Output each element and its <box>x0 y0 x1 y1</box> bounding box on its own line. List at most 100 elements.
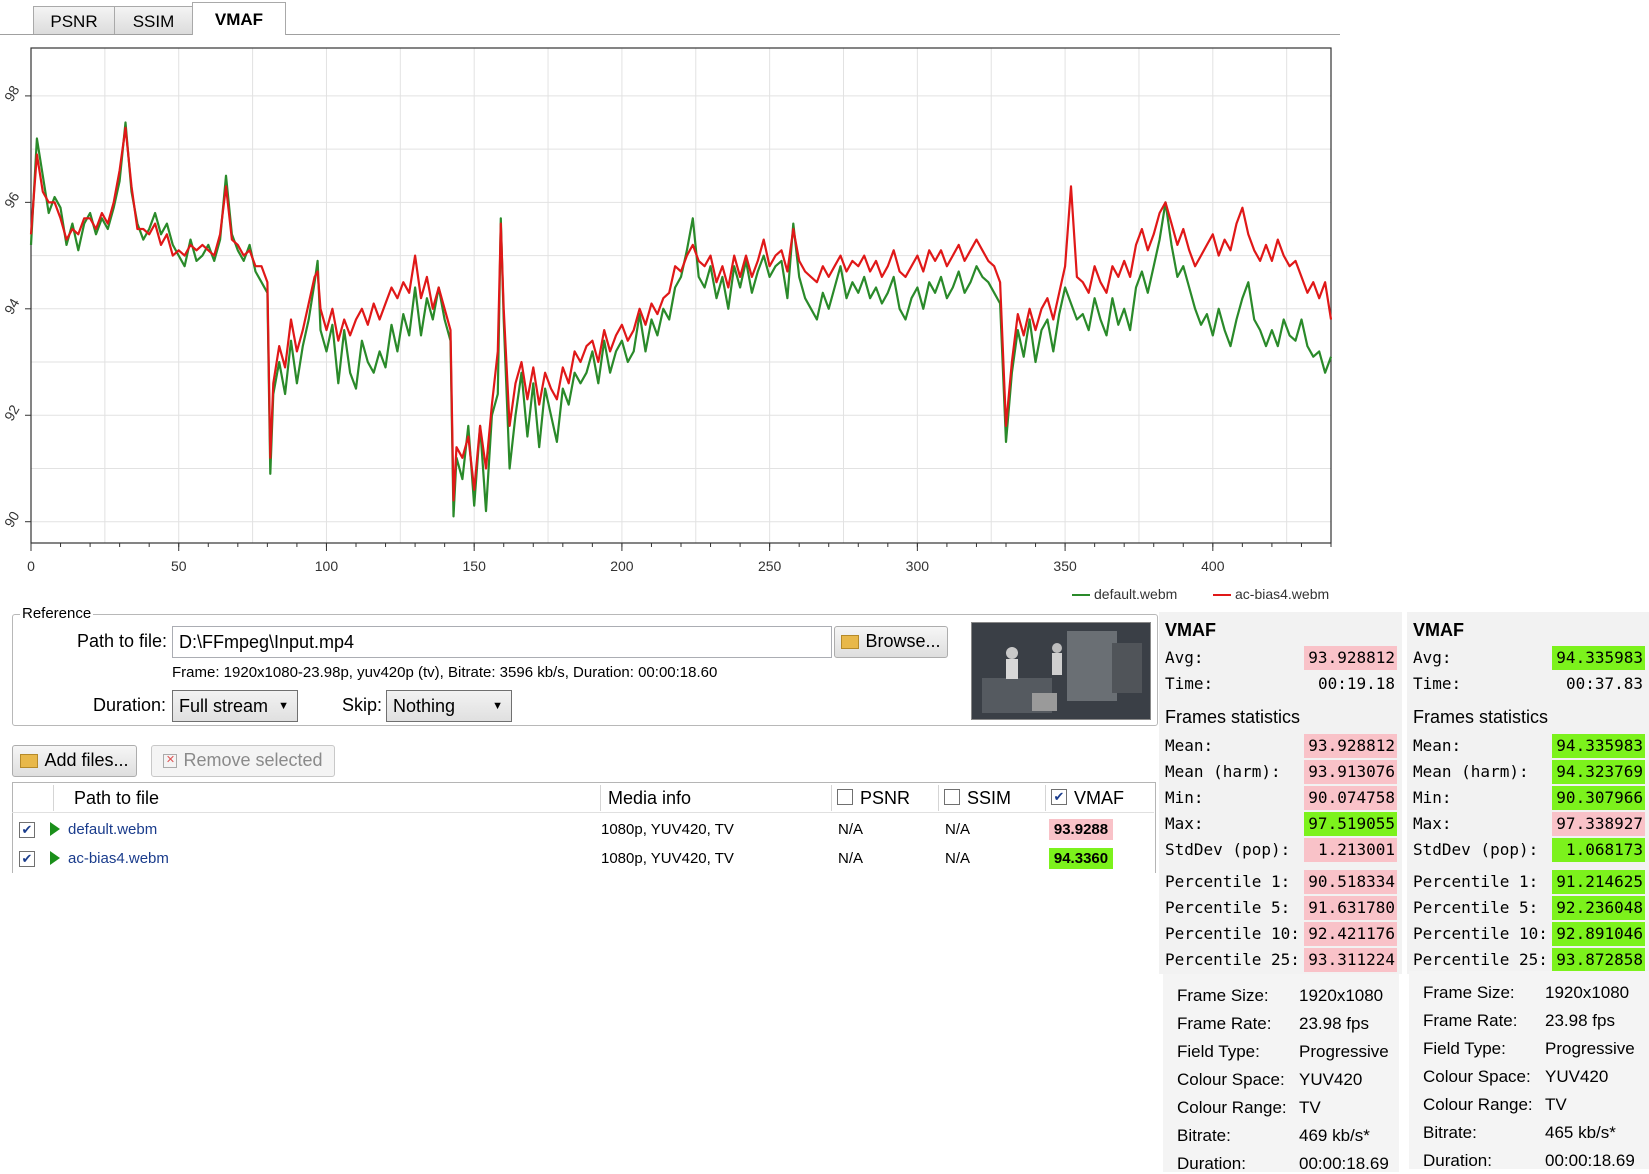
stat-label: StdDev (pop): <box>1165 840 1291 859</box>
reference-frame-info: Frame: 1920x1080-23.98p, yuv420p (tv), B… <box>172 664 718 681</box>
x-tick-label: 150 <box>463 558 487 574</box>
time-label: Time: <box>1165 674 1214 693</box>
play-icon[interactable] <box>50 822 60 836</box>
info-label: Duration: <box>1177 1154 1246 1173</box>
info-value: TV <box>1299 1098 1321 1117</box>
y-tick-label: 90 <box>1 508 23 530</box>
stat-label: Mean: <box>1165 736 1214 755</box>
ssim-column-checkbox[interactable] <box>944 789 960 805</box>
x-tick-label: 300 <box>906 558 930 574</box>
stat-label: StdDev (pop): <box>1413 840 1539 859</box>
stats-title: VMAF <box>1165 620 1216 640</box>
column-separator <box>600 785 601 811</box>
percentile-value: 92.421176 <box>1304 922 1397 946</box>
row-vmaf-acbias: 94.3360 <box>1049 848 1113 869</box>
legend-acbias: ac-bias4.webm <box>1213 586 1329 602</box>
column-header-path[interactable]: Path to file <box>74 788 159 809</box>
info-value: Progressive <box>1299 1042 1389 1061</box>
row-media-acbias: 1080p, YUV420, TV <box>601 850 734 867</box>
column-header-ssim[interactable]: SSIM <box>967 788 1011 809</box>
column-separator <box>831 785 832 811</box>
info-label: Colour Space: <box>1177 1070 1285 1089</box>
percentile-label: Percentile 25: <box>1413 950 1548 969</box>
x-tick-label: 400 <box>1201 558 1225 574</box>
stat-label: Mean (harm): <box>1165 762 1281 781</box>
time-value: 00:37.83 <box>1565 674 1643 693</box>
avg-value: 93.928812 <box>1304 646 1397 670</box>
stat-value: 90.074758 <box>1304 786 1397 810</box>
psnr-column-checkbox[interactable] <box>837 789 853 805</box>
stat-value: 97.519055 <box>1304 812 1397 836</box>
info-value: 1920x1080 <box>1545 983 1630 1002</box>
info-label: Colour Space: <box>1423 1067 1531 1086</box>
row-filename-acbias[interactable]: ac-bias4.webm <box>68 850 169 867</box>
legend-label-default: default.webm <box>1094 586 1178 602</box>
add-files-button[interactable]: Add files... <box>12 745 137 777</box>
tab-vmaf[interactable]: VMAF <box>192 2 286 35</box>
stat-label: Min: <box>1413 788 1452 807</box>
column-separator <box>53 785 54 811</box>
column-header-media[interactable]: Media info <box>608 788 691 809</box>
row-checkbox-default[interactable]: ✔ <box>19 822 35 838</box>
info-value: Progressive <box>1545 1039 1635 1058</box>
reference-path-input[interactable]: D:\FFmpeg\Input.mp4 <box>172 626 832 658</box>
percentile-value: 92.236048 <box>1552 896 1645 920</box>
time-label: Time: <box>1413 674 1462 693</box>
percentile-value: 93.311224 <box>1304 948 1397 972</box>
play-icon[interactable] <box>50 851 60 865</box>
tab-psnr[interactable]: PSNR <box>33 6 115 34</box>
percentile-label: Percentile 10: <box>1413 924 1548 943</box>
percentile-label: Percentile 5: <box>1413 898 1539 917</box>
remove-selected-label: Remove selected <box>183 750 323 770</box>
remove-selected-button[interactable]: ✕ Remove selected <box>151 745 335 777</box>
avg-label: Avg: <box>1165 648 1204 667</box>
info-value: YUV420 <box>1299 1070 1363 1089</box>
x-tick-label: 100 <box>315 558 339 574</box>
tab-ssim[interactable]: SSIM <box>114 6 193 34</box>
info-label: Duration: <box>1423 1151 1492 1170</box>
skip-label: Skip: <box>342 695 383 715</box>
info-value: 469 kb/s* <box>1299 1126 1370 1145</box>
percentile-label: Percentile 1: <box>1413 872 1539 891</box>
legend-default: default.webm <box>1072 586 1177 602</box>
skip-select[interactable]: Nothing ▼ <box>386 690 512 722</box>
stats-title: VMAF <box>1413 620 1464 640</box>
x-tick-label: 200 <box>610 558 634 574</box>
info-label: Field Type: <box>1423 1039 1506 1058</box>
media-info-panel-acbias: Frame Size: 1920x1080 Frame Rate: 23.98 … <box>1409 971 1649 1170</box>
stat-label: Max: <box>1165 814 1204 833</box>
row-media-default: 1080p, YUV420, TV <box>601 821 734 838</box>
info-label: Frame Rate: <box>1177 1014 1272 1033</box>
reference-video-thumbnail <box>971 622 1151 720</box>
folder-icon <box>20 754 39 769</box>
row-checkbox-acbias[interactable]: ✔ <box>19 851 35 867</box>
media-info-panel-default: Frame Size: 1920x1080 Frame Rate: 23.98 … <box>1163 974 1399 1173</box>
percentile-label: Percentile 10: <box>1165 924 1300 943</box>
legend-swatch-default <box>1072 594 1090 597</box>
row-filename-default[interactable]: default.webm <box>68 821 157 838</box>
stat-label: Mean (harm): <box>1413 762 1529 781</box>
info-label: Bitrate: <box>1423 1123 1477 1142</box>
stats-panel-default: VMAF Avg: 93.928812 Time: 00:19.18 Frame… <box>1159 612 1402 974</box>
duration-select[interactable]: Full stream ▼ <box>172 690 298 722</box>
stat-value: 90.307966 <box>1552 786 1645 810</box>
info-label: Bitrate: <box>1177 1126 1231 1145</box>
y-tick-label: 98 <box>1 82 23 104</box>
legend-label-acbias: ac-bias4.webm <box>1235 586 1330 602</box>
reference-group-title: Reference <box>20 605 94 622</box>
row-psnr-acbias: N/A <box>838 850 864 867</box>
avg-value: 94.335983 <box>1552 646 1645 670</box>
frames-statistics-title: Frames statistics <box>1165 707 1301 727</box>
stat-value: 94.335983 <box>1552 734 1645 758</box>
vmaf-column-checkbox[interactable]: ✔ <box>1051 789 1067 805</box>
percentile-label: Percentile 5: <box>1165 898 1291 917</box>
column-header-psnr[interactable]: PSNR <box>860 788 910 809</box>
remove-icon: ✕ <box>163 754 178 769</box>
column-header-vmaf[interactable]: VMAF <box>1074 788 1124 809</box>
info-value: TV <box>1545 1095 1567 1114</box>
frames-statistics-title: Frames statistics <box>1413 707 1549 727</box>
stat-value: 1.213001 <box>1304 838 1397 862</box>
info-value: 23.98 fps <box>1299 1014 1369 1033</box>
browse-button[interactable]: Browse... <box>834 626 948 658</box>
info-label: Frame Rate: <box>1423 1011 1518 1030</box>
